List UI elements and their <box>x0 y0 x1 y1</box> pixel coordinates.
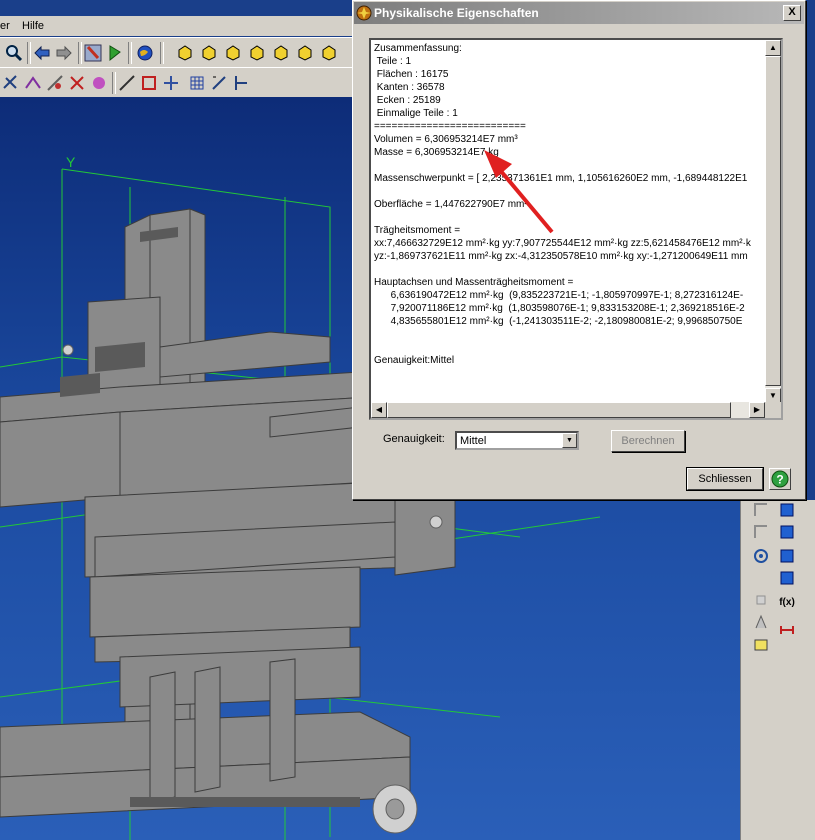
annotation-arrow <box>484 150 554 234</box>
